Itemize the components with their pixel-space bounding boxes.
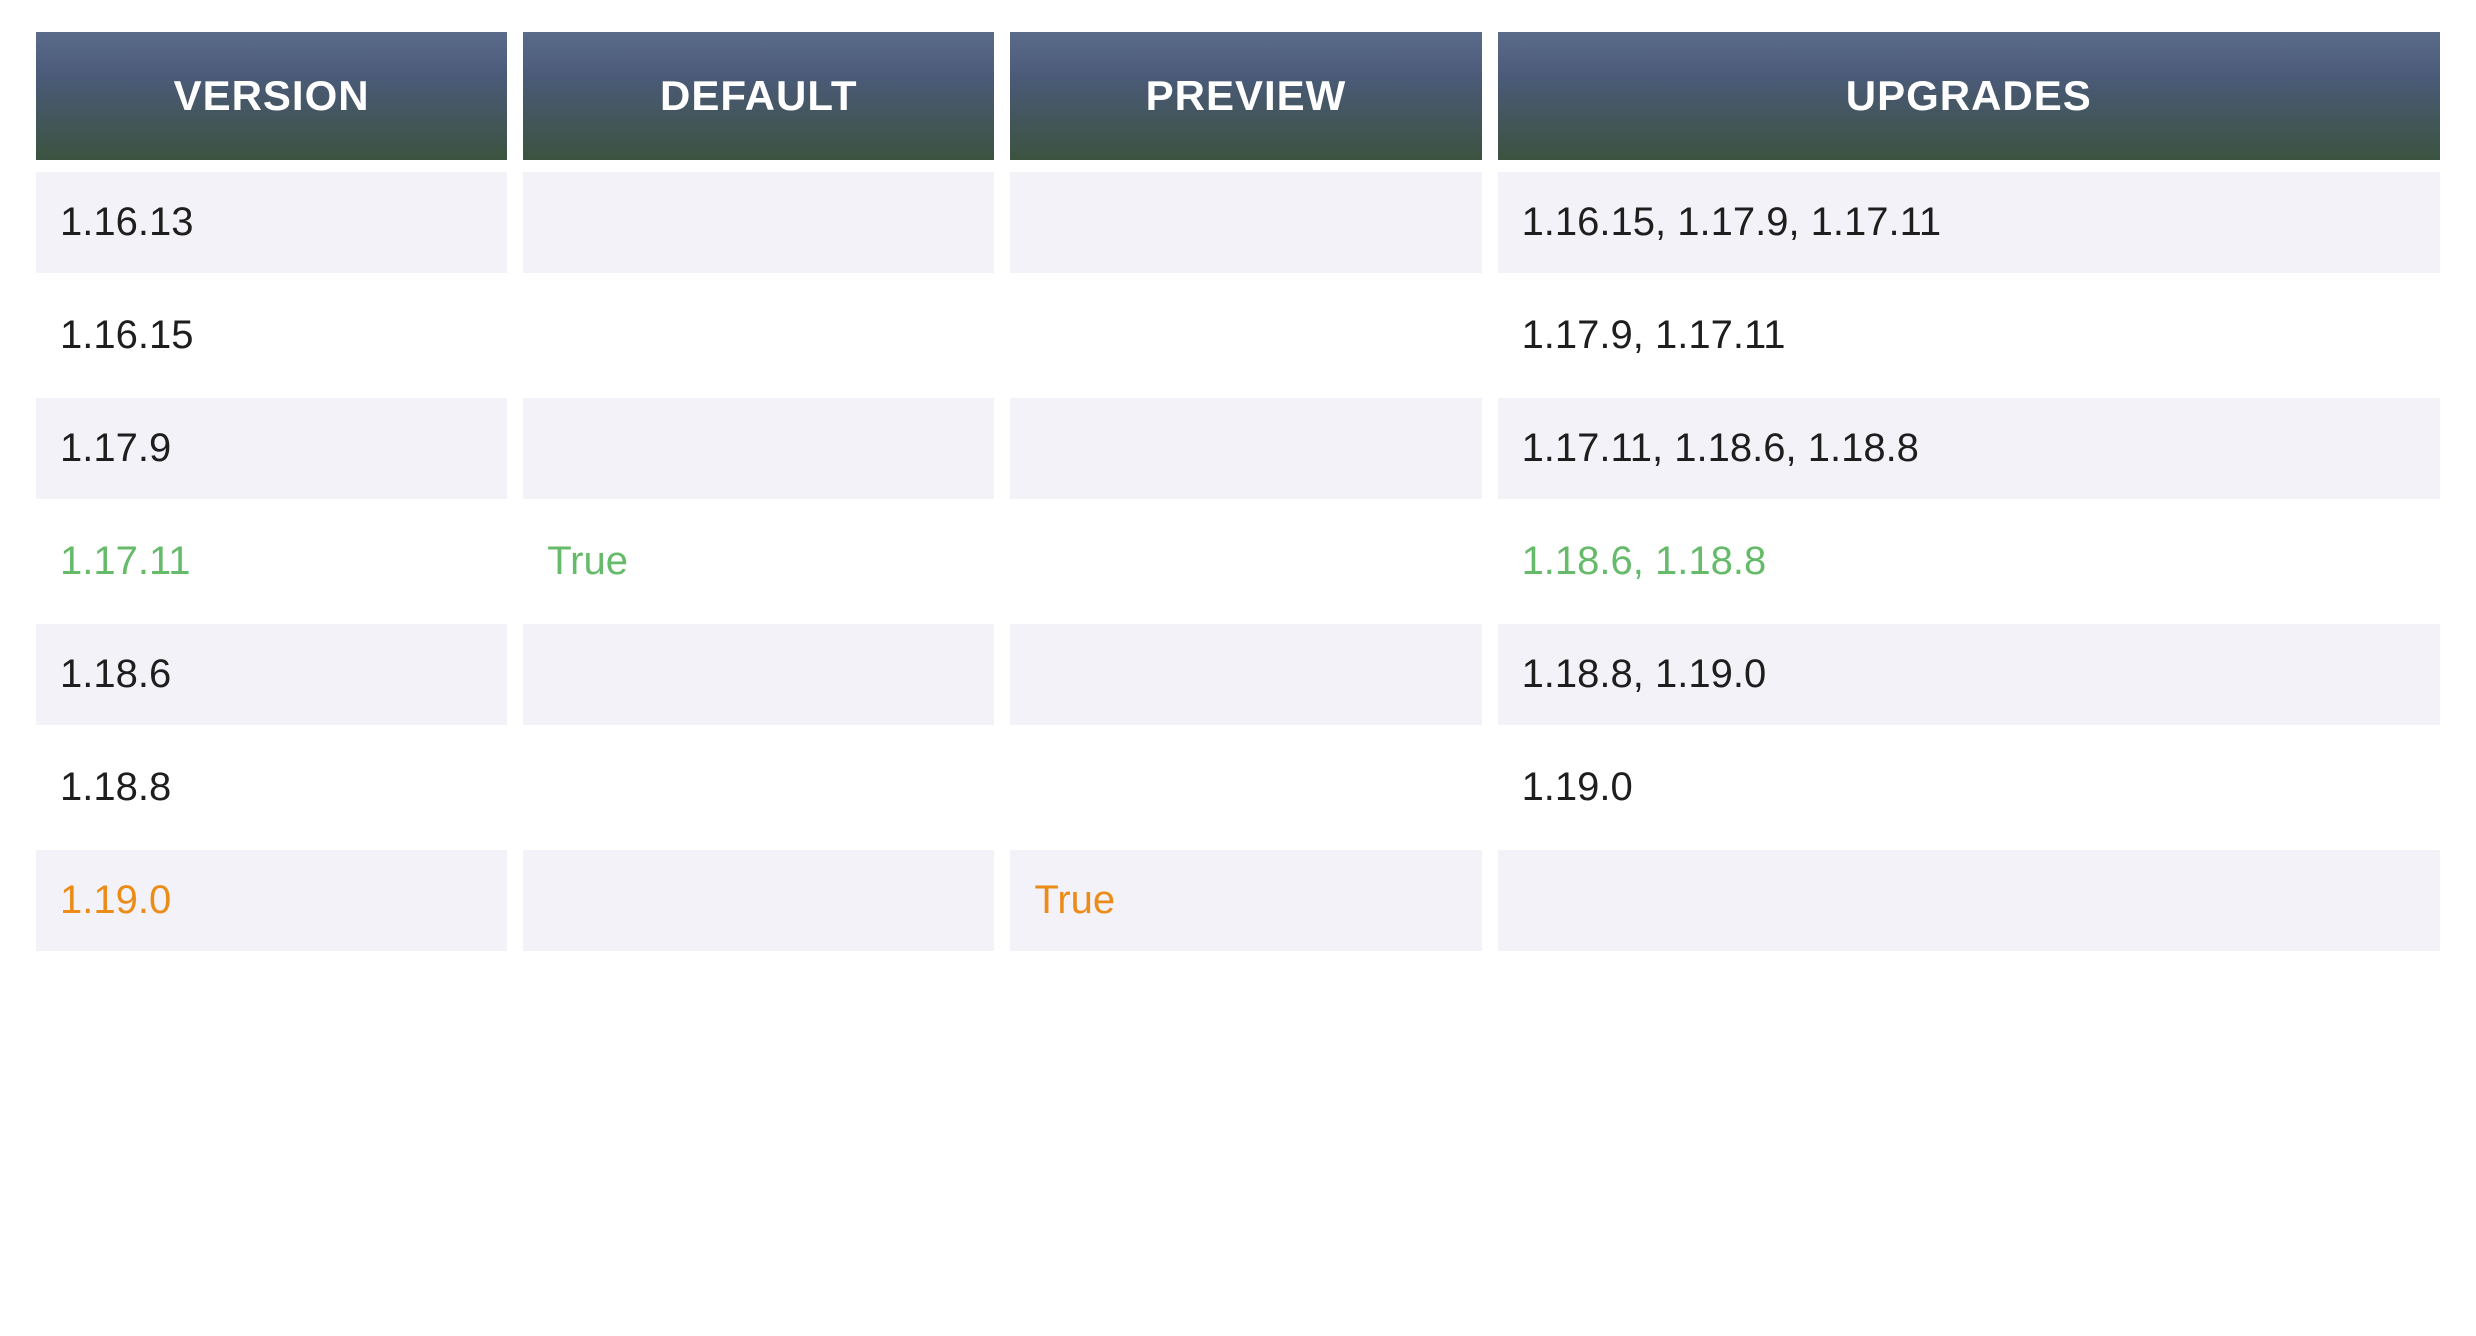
cell-version: 1.17.9 bbox=[36, 398, 507, 499]
cell-preview bbox=[1010, 511, 1481, 612]
cell-preview bbox=[1010, 285, 1481, 386]
table-row: 1.18.6 1.18.8, 1.19.0 bbox=[36, 624, 2440, 725]
cell-upgrades: 1.17.11, 1.18.6, 1.18.8 bbox=[1498, 398, 2440, 499]
table-row: 1.19.0 True bbox=[36, 850, 2440, 951]
table-row: 1.17.9 1.17.11, 1.18.6, 1.18.8 bbox=[36, 398, 2440, 499]
table-header-row: VERSION DEFAULT PREVIEW UPGRADES bbox=[36, 32, 2440, 160]
cell-default bbox=[523, 398, 994, 499]
cell-upgrades: 1.19.0 bbox=[1498, 737, 2440, 838]
cell-version: 1.16.13 bbox=[36, 172, 507, 273]
cell-default bbox=[523, 850, 994, 951]
header-version: VERSION bbox=[36, 32, 507, 160]
table-row: 1.17.11 True 1.18.6, 1.18.8 bbox=[36, 511, 2440, 612]
header-preview: PREVIEW bbox=[1010, 32, 1481, 160]
cell-upgrades: 1.16.15, 1.17.9, 1.17.11 bbox=[1498, 172, 2440, 273]
cell-version: 1.18.8 bbox=[36, 737, 507, 838]
cell-version: 1.17.11 bbox=[36, 511, 507, 612]
cell-default bbox=[523, 737, 994, 838]
cell-preview bbox=[1010, 624, 1481, 725]
header-default: DEFAULT bbox=[523, 32, 994, 160]
cell-version: 1.19.0 bbox=[36, 850, 507, 951]
cell-default: True bbox=[523, 511, 994, 612]
cell-version: 1.18.6 bbox=[36, 624, 507, 725]
cell-upgrades: 1.17.9, 1.17.11 bbox=[1498, 285, 2440, 386]
cell-upgrades bbox=[1498, 850, 2440, 951]
cell-preview bbox=[1010, 398, 1481, 499]
cell-version: 1.16.15 bbox=[36, 285, 507, 386]
header-upgrades: UPGRADES bbox=[1498, 32, 2440, 160]
cell-preview bbox=[1010, 737, 1481, 838]
cell-default bbox=[523, 172, 994, 273]
cell-upgrades: 1.18.6, 1.18.8 bbox=[1498, 511, 2440, 612]
versions-table-container: VERSION DEFAULT PREVIEW UPGRADES 1.16.13… bbox=[20, 20, 2456, 963]
cell-preview bbox=[1010, 172, 1481, 273]
table-row: 1.18.8 1.19.0 bbox=[36, 737, 2440, 838]
cell-preview: True bbox=[1010, 850, 1481, 951]
cell-default bbox=[523, 285, 994, 386]
versions-table: VERSION DEFAULT PREVIEW UPGRADES 1.16.13… bbox=[20, 20, 2456, 963]
table-row: 1.16.13 1.16.15, 1.17.9, 1.17.11 bbox=[36, 172, 2440, 273]
table-body: 1.16.13 1.16.15, 1.17.9, 1.17.11 1.16.15… bbox=[36, 172, 2440, 951]
cell-default bbox=[523, 624, 994, 725]
cell-upgrades: 1.18.8, 1.19.0 bbox=[1498, 624, 2440, 725]
table-row: 1.16.15 1.17.9, 1.17.11 bbox=[36, 285, 2440, 386]
